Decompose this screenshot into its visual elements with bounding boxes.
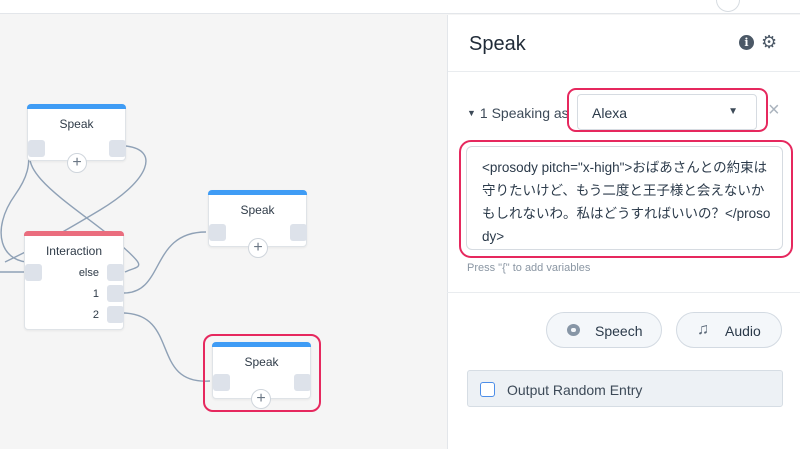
out-port-1[interactable] <box>107 285 124 302</box>
out-port-else[interactable] <box>107 264 124 281</box>
in-port[interactable] <box>209 224 226 241</box>
audio-button-label: Audio <box>725 323 761 339</box>
chevron-down-icon[interactable]: ▼ <box>467 108 476 118</box>
plus-icon[interactable]: + <box>67 153 87 173</box>
speech-text-input[interactable]: <prosody pitch="x-high">おばあさんとの約束は守りたいけど… <box>466 146 783 250</box>
port-label-1: 1 <box>92 288 99 300</box>
voice-select-value: Alexa <box>592 105 628 121</box>
port-label-else: else <box>78 267 99 279</box>
out-port[interactable] <box>109 140 126 157</box>
output-random-label: Output Random Entry <box>507 382 643 398</box>
block-strip <box>212 342 311 347</box>
panel-title: Speak <box>469 33 526 55</box>
variables-hint: Press "{" to add variables <box>467 262 591 274</box>
in-port[interactable] <box>213 374 230 391</box>
speech-text[interactable]: <prosody pitch="x-high">おばあさんとの約束は守りたいけど… <box>482 156 774 248</box>
audio-button[interactable]: ♫ Audio <box>676 312 782 348</box>
plus-icon[interactable]: + <box>248 238 268 258</box>
port-label-2: 2 <box>92 309 99 321</box>
block-strip <box>24 231 124 236</box>
in-port[interactable] <box>28 140 45 157</box>
chevron-down-icon: ▼ <box>728 106 738 117</box>
info-icon[interactable]: i <box>739 35 754 50</box>
block-title: Speak <box>244 355 279 369</box>
divider <box>447 292 800 293</box>
block-title: Speak <box>59 117 94 131</box>
speech-button-label: Speech <box>595 323 643 339</box>
block-title: Speak <box>240 203 275 217</box>
speech-icon <box>567 324 580 336</box>
speech-button[interactable]: Speech <box>546 312 662 348</box>
output-random-entry[interactable]: Output Random Entry <box>467 370 783 407</box>
out-port[interactable] <box>290 224 307 241</box>
block-strip <box>27 104 126 109</box>
music-note-icon: ♫ <box>697 321 709 338</box>
plus-icon[interactable]: + <box>251 389 271 409</box>
out-port-2[interactable] <box>107 306 124 323</box>
panel-header: Speak i ⚙ <box>448 15 800 72</box>
speaking-as-label: 1 Speaking as <box>479 105 569 121</box>
gear-icon[interactable]: ⚙ <box>761 32 777 52</box>
out-port[interactable] <box>294 374 311 391</box>
speaking-as-row[interactable]: ▼ 1 Speaking as <box>467 105 569 121</box>
top-avatar[interactable] <box>716 0 740 12</box>
in-port[interactable] <box>25 264 42 281</box>
close-icon[interactable]: × <box>768 100 780 120</box>
link-1-to-speak-mid <box>123 231 207 294</box>
link-2-to-speak-bottom <box>123 312 211 382</box>
block-strip <box>208 190 307 195</box>
block-title: Interaction <box>45 244 103 258</box>
voice-select[interactable]: Alexa ▼ <box>577 94 757 130</box>
interaction-block[interactable]: Interaction else 1 2 <box>24 231 124 330</box>
output-random-checkbox[interactable] <box>480 382 495 397</box>
